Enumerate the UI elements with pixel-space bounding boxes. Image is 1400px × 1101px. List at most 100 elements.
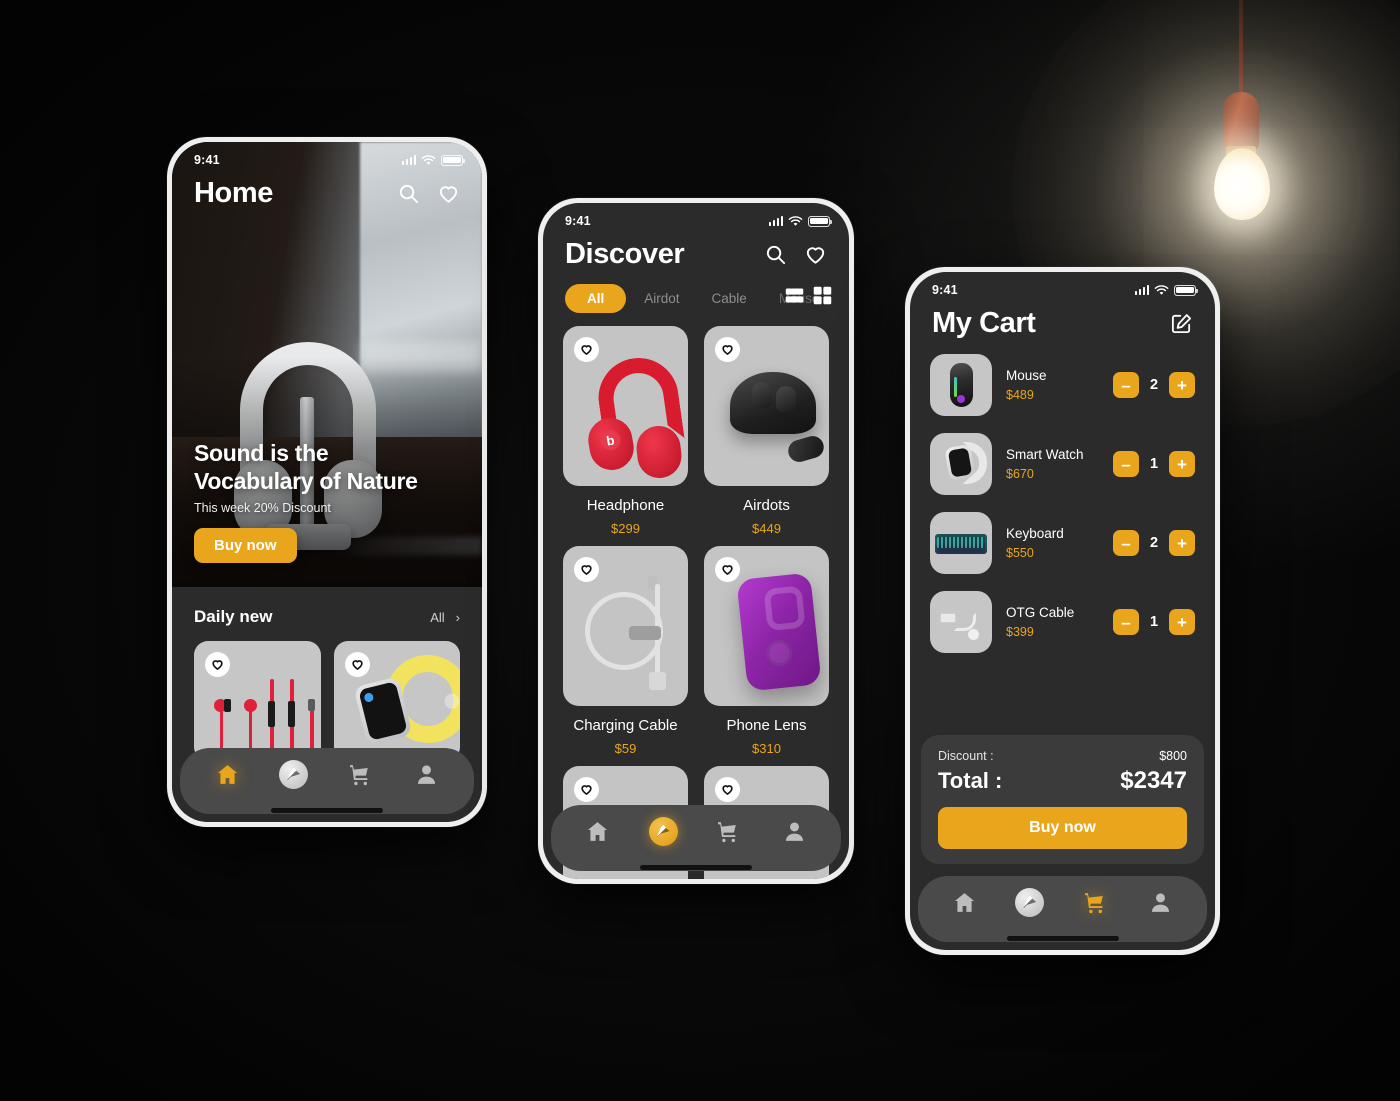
cart-buy-now-button[interactable]: Buy now [938, 807, 1187, 849]
lamp-socket [1223, 92, 1259, 158]
product-thumb [704, 326, 829, 486]
tab-airdot[interactable]: Airdot [630, 284, 693, 313]
product-thumb [704, 546, 829, 706]
nav-item-discover[interactable] [277, 757, 311, 791]
heart-icon[interactable] [344, 652, 370, 677]
cart-icon [1084, 892, 1103, 913]
status-bar-home: 9:41 [172, 142, 482, 167]
discount-label: Discount : [938, 749, 994, 763]
home-icon [588, 821, 608, 841]
cart-header: My Cart [910, 297, 1215, 340]
status-indicators [401, 154, 466, 166]
product-name: Phone Lens [726, 717, 807, 734]
nav-item-home[interactable] [581, 814, 615, 848]
nav-item-discover[interactable] [1013, 885, 1047, 919]
tab-cable[interactable]: Cable [698, 284, 761, 313]
decrease-quantity-button[interactable]: – [1113, 451, 1139, 477]
product-price: $299 [611, 521, 640, 536]
status-bar-discover: 9:41 [543, 203, 849, 228]
page-title-cart: My Cart [932, 307, 1036, 339]
increase-quantity-button[interactable]: + [1169, 372, 1195, 398]
tab-all[interactable]: All [565, 284, 627, 313]
edit-pencil-icon[interactable] [1170, 312, 1193, 335]
phone-mockup-cart: 9:41 My Cart Mouse $489 – 2 + Smart Watc… [905, 267, 1220, 955]
product-card-phone-lens[interactable]: Phone Lens $310 [704, 546, 829, 756]
daily-new-see-all[interactable]: All › [430, 610, 460, 625]
compass-icon [1015, 887, 1045, 917]
status-time: 9:41 [565, 214, 591, 228]
increase-quantity-button[interactable]: + [1169, 609, 1195, 635]
grid-view-icon[interactable] [812, 285, 833, 306]
battery-icon [441, 154, 466, 166]
product-price: $59 [614, 741, 637, 756]
product-thumb [563, 326, 688, 486]
cart-item-info: Mouse $489 [992, 368, 1113, 402]
page-title-discover: Discover [565, 238, 685, 270]
home-indicator [640, 865, 752, 870]
heart-icon[interactable] [715, 557, 740, 582]
product-thumb [563, 546, 688, 706]
bottom-nav-cart [918, 876, 1207, 942]
cart-item-price: $399 [1006, 625, 1034, 639]
nav-item-cart[interactable] [712, 814, 746, 848]
heart-icon[interactable] [804, 243, 827, 266]
product-name: Airdots [743, 497, 790, 514]
search-icon[interactable] [397, 182, 420, 205]
cart-item-name: Keyboard [1006, 526, 1064, 541]
nav-item-home[interactable] [948, 885, 982, 919]
status-time: 9:41 [194, 153, 220, 167]
cart-items-list: Mouse $489 – 2 + Smart Watch $670 – 1 + … [910, 340, 1215, 653]
person-icon [418, 764, 436, 784]
decrease-quantity-button[interactable]: – [1113, 530, 1139, 556]
daily-new-header: Daily new All › [194, 607, 460, 627]
product-card-airdots[interactable]: Airdots $449 [704, 326, 829, 536]
list-view-icon[interactable] [784, 285, 805, 306]
wifi-icon [421, 154, 436, 165]
heart-icon[interactable] [437, 182, 460, 205]
daily-new-title: Daily new [194, 607, 273, 626]
heart-icon[interactable] [574, 337, 599, 362]
increase-quantity-button[interactable]: + [1169, 451, 1195, 477]
nav-item-discover[interactable] [646, 814, 680, 848]
heart-icon[interactable] [715, 777, 740, 802]
person-icon [785, 821, 803, 841]
quantity-value: 2 [1149, 377, 1159, 393]
quantity-stepper: – 2 + [1113, 372, 1195, 398]
cart-row-smart-watch: Smart Watch $670 – 1 + [930, 433, 1195, 495]
daily-card-smart-watch[interactable] [333, 641, 460, 761]
heart-icon[interactable] [574, 557, 599, 582]
quantity-stepper: – 2 + [1113, 530, 1195, 556]
hero-subtitle: This week 20% Discount [194, 501, 331, 515]
hero-headline: Sound is the Vocabulary of Nature [194, 439, 462, 496]
nav-item-cart[interactable] [1078, 885, 1112, 919]
view-mode-toggles [784, 285, 833, 306]
product-card-headphone[interactable]: Headphone $299 [563, 326, 688, 536]
cart-row-keyboard: Keyboard $550 – 2 + [930, 512, 1195, 574]
home-indicator [271, 808, 383, 813]
increase-quantity-button[interactable]: + [1169, 530, 1195, 556]
battery-icon [808, 215, 833, 227]
decrease-quantity-button[interactable]: – [1113, 372, 1139, 398]
home-header-actions [397, 182, 460, 205]
heart-icon[interactable] [205, 652, 230, 677]
decrease-quantity-button[interactable]: – [1113, 609, 1139, 635]
product-card-charging-cable[interactable]: Charging Cable $59 [563, 546, 688, 756]
home-header: Home [172, 167, 482, 210]
cart-row-mouse: Mouse $489 – 2 + [930, 354, 1195, 416]
hero-buy-now-button[interactable]: Buy now [194, 528, 297, 563]
chevron-right-icon: › [455, 609, 460, 625]
daily-card-earphones[interactable] [194, 641, 321, 761]
nav-item-profile[interactable] [777, 814, 811, 848]
nav-item-cart[interactable] [343, 757, 377, 791]
nav-item-home[interactable] [210, 757, 244, 791]
compass-icon [648, 816, 678, 846]
nav-item-profile[interactable] [1143, 885, 1177, 919]
heart-icon[interactable] [574, 777, 599, 802]
heart-icon[interactable] [715, 337, 740, 362]
nav-item-profile[interactable] [410, 757, 444, 791]
status-indicators [1134, 284, 1199, 296]
search-icon[interactable] [764, 243, 787, 266]
earphones-art [212, 677, 321, 759]
battery-icon [1174, 284, 1199, 296]
cart-item-name: Smart Watch [1006, 447, 1084, 462]
